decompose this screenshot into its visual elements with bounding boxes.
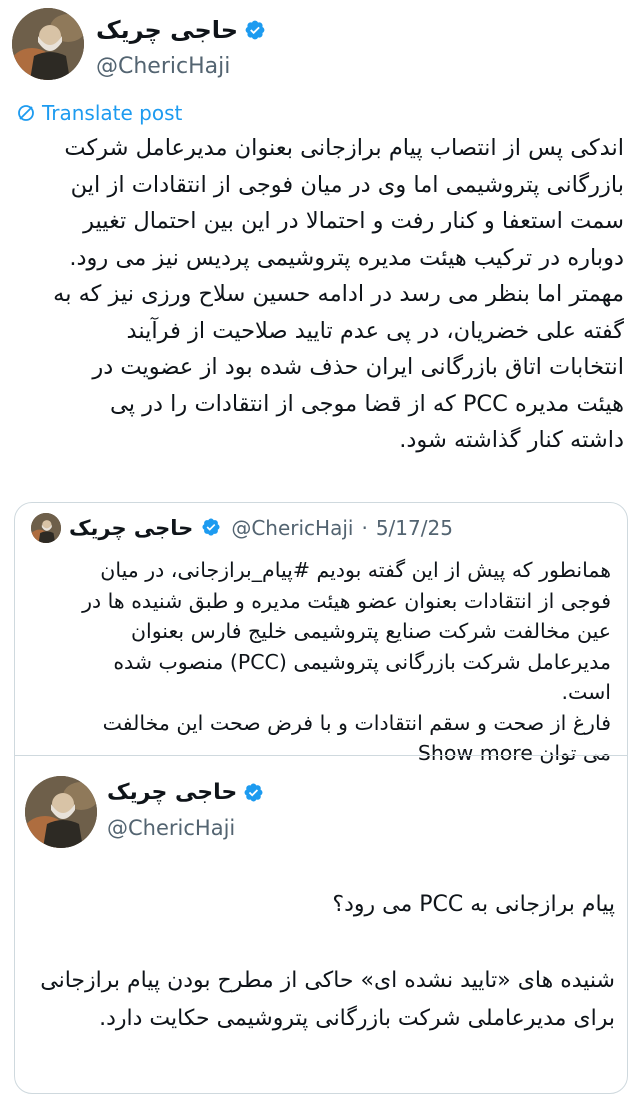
inner-quoted-post[interactable]: حاجی چریک @ChericHaji پیام برازجانی به P…	[15, 756, 627, 1093]
inner-post-question: پیام برازجانی به PCC می رود؟	[332, 892, 615, 917]
author-name-row: حاجی چریک	[96, 16, 266, 44]
inner-verified-badge-icon	[243, 782, 265, 804]
quoted-author-display-name: حاجی چریک	[69, 516, 194, 540]
inner-author-avatar	[25, 776, 97, 848]
quoted-author-avatar	[31, 513, 61, 543]
post-header: حاجی چریک @ChericHaji	[10, 8, 610, 88]
quoted-post-card[interactable]: حاجی چریک @ChericHaji · 5/17/25 همانطور …	[14, 502, 628, 1094]
quoted-author-handle: @ChericHaji	[231, 516, 354, 540]
quoted-post-text: همانطور که پیش از این گفته بودیم #پیام_ب…	[31, 555, 611, 769]
avatar-image	[12, 8, 84, 80]
inner-author-handle: @ChericHaji	[107, 816, 236, 840]
author-display-name[interactable]: حاجی چریک	[96, 16, 238, 44]
verified-badge-icon	[244, 19, 266, 41]
quoted-post-header: حاجی چریک @ChericHaji · 5/17/25	[31, 513, 453, 543]
translate-icon	[16, 103, 36, 123]
quoted-post-body: همانطور که پیش از این گفته بودیم #پیام_ب…	[82, 558, 611, 765]
quoted-separator: ·	[361, 516, 368, 540]
translate-post-label: Translate post	[42, 101, 183, 125]
inner-author-name-row: حاجی چریک	[107, 780, 265, 805]
inner-author-display-name: حاجی چریک	[107, 780, 238, 805]
quoted-post-date: 5/17/25	[375, 516, 453, 540]
inner-post-paragraph: شنیده های «تایید نشده ای» حاکی از مطرح ب…	[40, 968, 615, 1031]
author-avatar[interactable]	[12, 8, 84, 80]
post: حاجی چریک @ChericHaji Translate post اند…	[0, 0, 640, 1094]
post-body-text: اندکی پس از انتصاب پیام برازجانی بعنوان …	[53, 135, 624, 453]
translate-post-link[interactable]: Translate post	[16, 101, 182, 125]
inner-post-text: پیام برازجانی به PCC می رود؟ شنیده های «…	[35, 886, 615, 1038]
author-handle[interactable]: @ChericHaji	[96, 54, 230, 79]
quoted-verified-badge-icon	[201, 517, 223, 539]
